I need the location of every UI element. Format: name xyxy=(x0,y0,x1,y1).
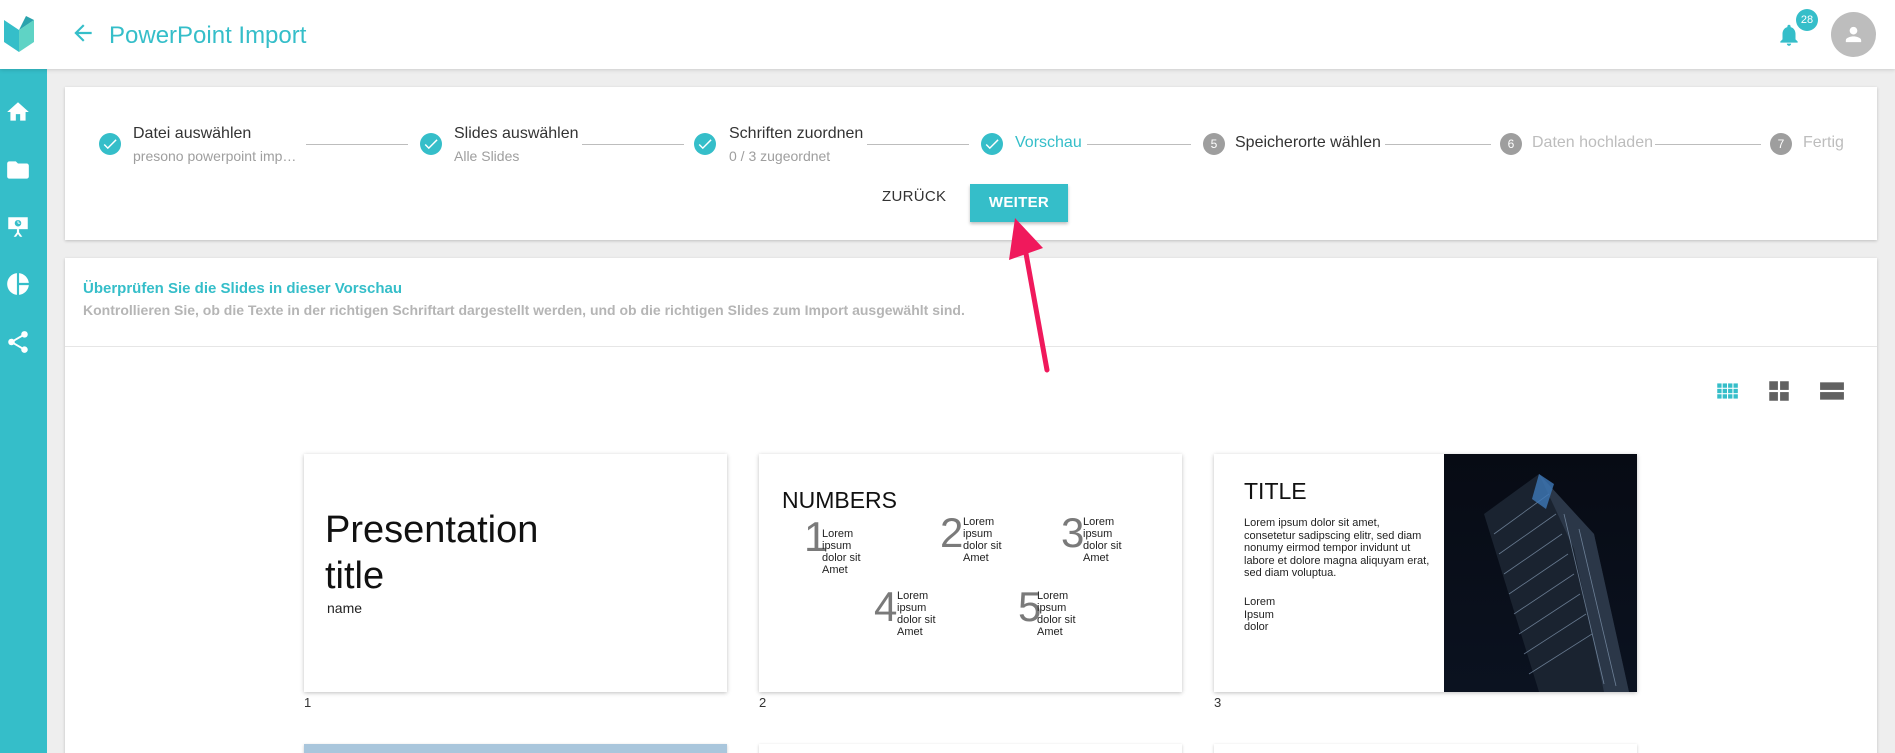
step-7-label: Fertig xyxy=(1803,134,1844,151)
list-icon[interactable] xyxy=(1819,378,1845,404)
slide-2-number-2: 2 xyxy=(940,509,964,556)
step-1-check-icon xyxy=(99,133,121,155)
page-title: PowerPoint Import xyxy=(109,22,307,49)
slide-1-title-line-2: title xyxy=(325,555,385,597)
preview-subtitle: Kontrollieren Sie, ob die Texte in der r… xyxy=(83,302,965,318)
home-icon[interactable] xyxy=(5,99,31,125)
app-bar: PowerPoint Import 28 xyxy=(0,0,1895,69)
step-connector xyxy=(1655,144,1761,145)
back-arrow-icon[interactable] xyxy=(70,20,96,46)
slide-thumbnail-1[interactable]: Presentation title name xyxy=(304,454,727,692)
step-6-number: 6 xyxy=(1500,133,1522,155)
slide-2-text-1: Lorem ipsum dolor sit Amet xyxy=(822,528,861,576)
slide-thumbnail-6[interactable] xyxy=(1214,744,1637,753)
slide-3-body: Lorem ipsum dolor sit amet, consetetur s… xyxy=(1244,517,1430,579)
slide-2-number-4: 4 xyxy=(874,583,898,630)
slide-2-title: NUMBERS xyxy=(782,487,898,513)
slide-3-list-item: dolor xyxy=(1244,621,1269,633)
step-5-number: 5 xyxy=(1203,133,1225,155)
step-3-sublabel: 0 / 3 zugeordnet xyxy=(729,148,831,164)
divider xyxy=(65,346,1877,347)
sidebar xyxy=(0,69,47,753)
presono-logo-icon[interactable] xyxy=(2,14,36,54)
check-icon xyxy=(985,139,999,150)
next-button[interactable]: WEITER xyxy=(970,184,1068,222)
slide-1-name: name xyxy=(327,600,363,616)
slide-1-title: Presentation title xyxy=(325,507,585,599)
slide-3-list-item: Lorem xyxy=(1244,596,1276,608)
skyscraper-photo xyxy=(1444,454,1637,692)
grid-large-icon[interactable] xyxy=(1766,378,1792,404)
step-connector xyxy=(306,144,408,145)
step-1-sublabel: presono powerpoint imp… xyxy=(133,148,297,164)
check-icon xyxy=(698,139,712,150)
slide-3-list-item: Ipsum xyxy=(1244,608,1274,621)
step-3-label[interactable]: Schriften zuordnen xyxy=(729,125,863,143)
check-icon xyxy=(103,139,117,150)
slide-1-title-line-1: Presentation xyxy=(325,509,539,551)
slide-3-title: TITLE xyxy=(1244,478,1307,504)
slide-2-text-4: Lorem ipsum dolor sit Amet xyxy=(897,590,936,638)
pie-chart-icon[interactable] xyxy=(5,271,31,297)
slide-thumbnail-5[interactable] xyxy=(759,744,1182,753)
slide-2-text-5: Lorem ipsum dolor sit Amet xyxy=(1037,590,1076,638)
step-3-check-icon xyxy=(694,133,716,155)
back-button[interactable]: ZURÜCK xyxy=(882,182,946,212)
step-5-label[interactable]: Speicherorte wählen xyxy=(1235,134,1381,152)
grid-small-icon[interactable] xyxy=(1714,378,1740,404)
slide-number-2: 2 xyxy=(759,695,767,710)
user-avatar[interactable] xyxy=(1831,12,1876,57)
building-image xyxy=(1444,454,1637,692)
step-connector xyxy=(1087,144,1191,145)
step-connector xyxy=(1385,144,1491,145)
slide-2-text-3: Lorem ipsum dolor sit Amet xyxy=(1083,516,1122,564)
slide-thumbnail-4[interactable] xyxy=(304,744,727,753)
step-connector xyxy=(867,144,969,145)
slide-number-1: 1 xyxy=(304,695,312,710)
preview-title: Überprüfen Sie die Slides in dieser Vors… xyxy=(83,280,402,297)
check-icon xyxy=(424,139,438,150)
person-icon xyxy=(1845,26,1862,43)
share-icon[interactable] xyxy=(5,329,31,355)
step-4-check-icon xyxy=(981,133,1003,155)
folder-icon[interactable] xyxy=(5,157,31,183)
slide-2-number-3: 3 xyxy=(1061,509,1085,556)
step-7-number: 7 xyxy=(1770,133,1792,155)
slide-3-list: Lorem Ipsum dolor xyxy=(1244,596,1324,634)
slide-2-text-2: Lorem ipsum dolor sit Amet xyxy=(963,516,1002,564)
step-6-label: Daten hochladen xyxy=(1532,134,1653,151)
slide-thumbnail-3[interactable]: TITLE Lorem ipsum dolor sit amet, conset… xyxy=(1214,454,1637,692)
preview-card: Überprüfen Sie die Slides in dieser Vors… xyxy=(65,258,1877,753)
stepper-card: Datei auswählen presono powerpoint imp… … xyxy=(65,87,1877,240)
notification-badge: 28 xyxy=(1796,9,1818,31)
slide-thumbnail-2[interactable]: NUMBERS 1 Lorem ipsum dolor sit Amet 2 L… xyxy=(759,454,1182,692)
step-2-sublabel: Alle Slides xyxy=(454,148,520,164)
presentation-icon[interactable] xyxy=(5,214,31,240)
step-2-check-icon xyxy=(420,133,442,155)
annotation-arrow-icon xyxy=(1009,218,1050,373)
step-4-label[interactable]: Vorschau xyxy=(1015,134,1082,152)
step-connector xyxy=(582,144,684,145)
slide-number-3: 3 xyxy=(1214,695,1222,710)
step-2-label[interactable]: Slides auswählen xyxy=(454,125,579,143)
step-1-label[interactable]: Datei auswählen xyxy=(133,125,251,143)
